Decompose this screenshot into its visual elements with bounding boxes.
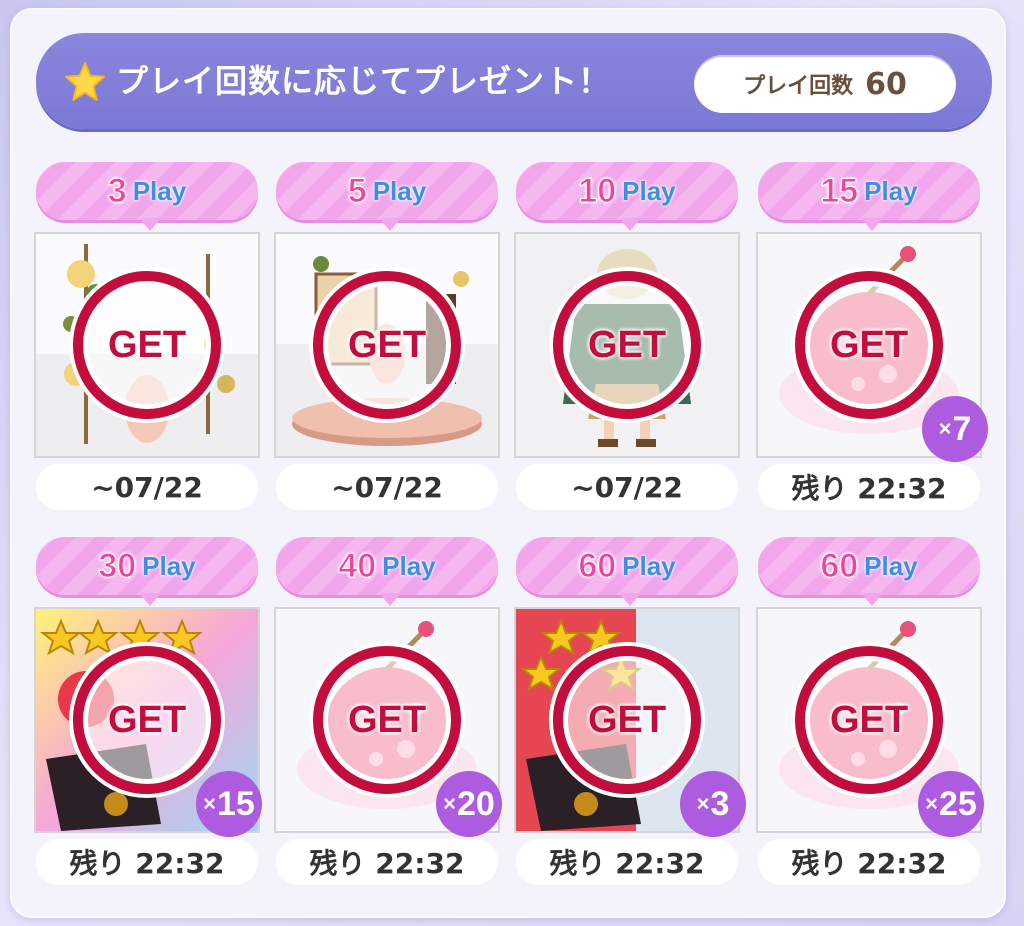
get-button[interactable]: GET [553,271,701,419]
times-icon: × [443,791,457,816]
play-threshold-tag: 3 Play [36,162,258,231]
play-threshold-tag: 30 Play [36,537,258,606]
play-threshold-number: 10 [578,171,617,210]
quantity-badge: × 25 [918,771,984,837]
play-threshold-label: Play [864,550,918,581]
get-label: GET [829,698,909,741]
get-button[interactable]: GET [313,646,461,794]
quantity-value: 7 [952,409,972,448]
play-threshold-tag: 5 Play [276,162,498,231]
times-icon: × [696,791,710,816]
play-threshold-tag: 60 Play [758,537,980,606]
reward-card[interactable]: 10 Play GET ~07/22 [514,162,744,510]
play-threshold-number: 60 [578,546,617,585]
get-label: GET [347,698,427,741]
reward-card[interactable]: 40 Play GET × 20 残り 22:32 [274,537,504,885]
reward-deadline: ~07/22 [276,464,498,510]
reward-card[interactable]: 60 Play GET × 3 残り 22:32 [514,537,746,885]
play-threshold-label: Play [622,550,676,581]
play-threshold-label: Play [382,550,436,581]
reward-remaining: 残り 22:32 [276,839,498,885]
reward-remaining: 残り 22:32 [516,839,738,885]
get-button[interactable]: GET [73,271,221,419]
reward-remaining: 残り 22:32 [758,464,980,510]
header-banner: プレイ回数に応じてプレゼント！ プレイ回数 60 [36,33,992,129]
reward-remaining: 残り 22:32 [758,839,980,885]
reward-card[interactable]: 5 Play GET ~07/22 [274,162,504,510]
play-threshold-number: 3 [107,171,127,210]
reward-card[interactable]: 3 Play GET ~07/22 [34,162,264,510]
get-label: GET [107,698,187,741]
play-threshold-label: Play [622,175,676,206]
play-threshold-label: Play [132,175,187,206]
reward-card[interactable]: 30 Play GET × 15 残り 22:32 [34,537,264,885]
play-threshold-number: 30 [98,546,137,585]
quantity-value: 15 [217,784,255,823]
reward-deadline: ~07/22 [36,464,258,510]
reward-card[interactable]: 60 Play GET × 25 残り 22:32 [756,537,986,885]
play-threshold-tag: 15 Play [758,162,980,231]
times-icon: × [938,416,952,441]
play-threshold-number: 5 [347,171,367,210]
get-label: GET [587,323,667,366]
play-count-pill: プレイ回数 60 [694,55,956,113]
get-button[interactable]: GET [553,646,701,794]
get-button[interactable]: GET [795,646,943,794]
quantity-badge: × 20 [436,771,502,837]
play-count-value: 60 [865,66,907,102]
times-icon: × [203,791,217,816]
play-threshold-label: Play [142,550,196,581]
reward-thumbnail[interactable]: GET [274,232,500,458]
quantity-badge: × 15 [196,771,262,837]
play-threshold-number: 40 [338,546,377,585]
reward-remaining: 残り 22:32 [36,839,258,885]
quantity-badge: × 7 [922,396,988,462]
quantity-badge: × 3 [680,771,746,837]
play-threshold-label: Play [372,175,427,206]
reward-card[interactable]: 15 Play GET × 7 残り 22:32 [756,162,988,510]
get-label: GET [587,698,667,741]
star-icon [65,62,105,101]
get-label: GET [829,323,909,366]
get-label: GET [347,323,427,366]
quantity-value: 25 [939,784,977,823]
get-button[interactable]: GET [73,646,221,794]
quantity-value: 3 [710,784,730,823]
get-button[interactable]: GET [795,271,943,419]
header-title: プレイ回数に応じてプレゼント！ [116,62,612,100]
play-threshold-number: 15 [820,171,859,210]
reward-deadline: ~07/22 [516,464,738,510]
play-threshold-tag: 40 Play [276,537,498,606]
play-threshold-tag: 10 Play [516,162,738,231]
get-button[interactable]: GET [313,271,461,419]
play-threshold-number: 60 [820,546,859,585]
reward-thumbnail[interactable]: GET [514,232,740,458]
play-threshold-label: Play [864,175,918,206]
play-count-label: プレイ回数 [743,74,854,99]
quantity-value: 20 [457,784,495,823]
times-icon: × [925,791,939,816]
reward-thumbnail[interactable]: GET [34,232,260,458]
get-label: GET [107,323,187,366]
play-threshold-tag: 60 Play [516,537,738,606]
